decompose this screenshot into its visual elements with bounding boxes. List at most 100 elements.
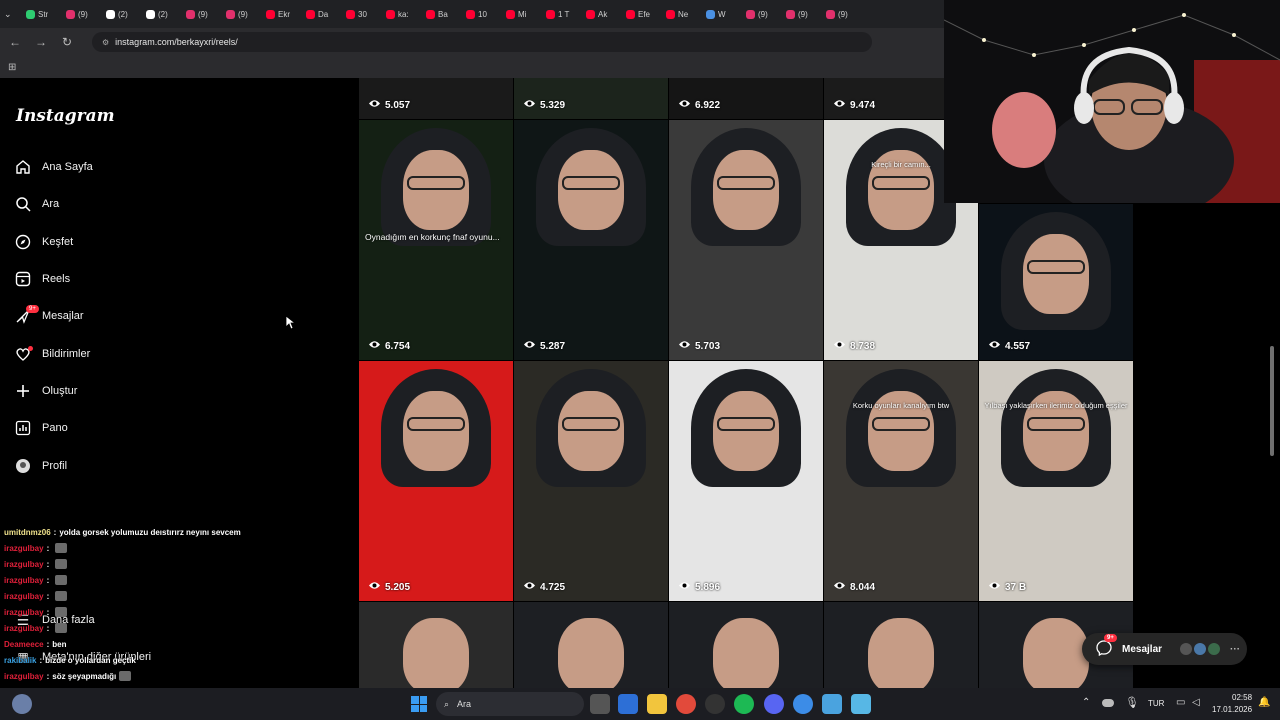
sidebar-item-olu-tur[interactable]: Oluştur [14, 376, 274, 406]
view-count: 6.922 [679, 99, 720, 111]
chat-message: irazgulbay: [0, 572, 300, 588]
heart-icon [14, 345, 33, 363]
glasses [407, 417, 465, 431]
task-view-icon[interactable] [590, 694, 610, 714]
browser-tab[interactable]: (9) [780, 3, 818, 25]
tab-list-dropdown[interactable]: ⌄ [4, 9, 18, 20]
reel-thumbnail[interactable]: Oynadığım en korkunç fnaf oyunu... 6.754 [359, 120, 513, 360]
browser-tab[interactable]: (9) [740, 3, 778, 25]
reel-thumbnail[interactable]: 6.922 [669, 78, 823, 119]
reel-thumbnail[interactable]: Yılbaşı yaklaşırken ilerimiz olduğum eşş… [979, 361, 1133, 601]
site-info-icon[interactable]: ⚙ [102, 38, 109, 47]
browser-tab[interactable]: Mi [500, 3, 538, 25]
tab-favicon-icon [26, 9, 35, 19]
notification-icon[interactable]: 🔔 [1258, 697, 1270, 708]
reel-thumbnail[interactable]: 5.896 [669, 361, 823, 601]
back-icon[interactable]: ← [8, 35, 22, 49]
reel-thumbnail[interactable] [359, 602, 513, 688]
volume-icon[interactable]: ◁ [1192, 697, 1200, 708]
browser-tab[interactable]: Ekr [260, 3, 298, 25]
paint-icon[interactable] [822, 694, 842, 714]
view-count-value: 8.044 [850, 581, 876, 593]
onedrive-icon[interactable] [1102, 699, 1114, 707]
tab-favicon-icon [706, 9, 715, 19]
face [1023, 234, 1089, 314]
instagram-logo[interactable]: Instagram [16, 106, 115, 126]
browser-tab[interactable]: Efe [620, 3, 658, 25]
browser-tab[interactable]: Str [20, 3, 58, 25]
chat-separator: : [46, 639, 50, 649]
sidebar-item-reels[interactable]: Reels [14, 264, 274, 294]
browser-tab[interactable]: (2) [140, 3, 178, 25]
reel-thumbnail[interactable]: 5.057 [359, 78, 513, 119]
profile-icon [14, 457, 32, 475]
reel-thumbnail[interactable]: 5.287 [514, 120, 668, 360]
browser-tab[interactable]: (9) [60, 3, 98, 25]
clock-date: 17.01.2026 [1212, 705, 1253, 714]
clock[interactable]: 02:58 17.01.2026 [1212, 692, 1252, 716]
face [558, 618, 624, 688]
chat-emote-icon [119, 671, 132, 681]
network-icon[interactable]: ▭ [1176, 697, 1185, 708]
chrome-alt-icon[interactable] [793, 694, 813, 714]
sidebar-item-label: Reels [42, 273, 71, 285]
browser-tab[interactable]: 10 [460, 3, 498, 25]
browser-tab[interactable]: (9) [820, 3, 858, 25]
view-count: 5.896 [679, 581, 720, 593]
obs-icon[interactable] [705, 694, 725, 714]
url-field[interactable]: ⚙ instagram.com/berkayxri/reels/ [92, 32, 872, 52]
browser-tab[interactable]: Da [300, 3, 338, 25]
browser-tab[interactable]: Ne [660, 3, 698, 25]
file-explorer-icon[interactable] [647, 694, 667, 714]
reel-thumbnail[interactable]: 4.725 [514, 361, 668, 601]
reel-thumbnail[interactable] [514, 602, 668, 688]
sidebar-item-mesajlar[interactable]: 9+ Mesajlar [14, 301, 274, 331]
messages-floating-button[interactable]: 9+ Mesajlar ··· [1082, 633, 1247, 665]
reel-thumbnail[interactable]: 4.557 [979, 204, 1133, 360]
reel-thumbnail[interactable]: 5.703 [669, 120, 823, 360]
notepad-icon[interactable] [851, 694, 871, 714]
tray-chevron-icon[interactable]: ⌃ [1082, 697, 1090, 708]
mic-icon[interactable]: 🎙 [1125, 696, 1139, 709]
chat-username: umitdnmz06 [4, 527, 51, 537]
widgets-icon[interactable] [12, 694, 32, 714]
start-icon[interactable] [411, 696, 427, 712]
reel-thumbnail[interactable] [824, 602, 978, 688]
browser-tab[interactable]: Ak [580, 3, 618, 25]
browser-tab[interactable]: W [700, 3, 738, 25]
browser-tab[interactable]: 1 T [540, 3, 578, 25]
url-text: instagram.com/berkayxri/reels/ [115, 37, 238, 47]
spotify-icon[interactable] [734, 694, 754, 714]
reel-thumbnail[interactable]: 5.205 [359, 361, 513, 601]
tab-label: (9) [758, 9, 768, 19]
reel-thumbnail[interactable]: 5.329 [514, 78, 668, 119]
reload-icon[interactable]: ↻ [60, 35, 74, 49]
sidebar-item-pano[interactable]: Pano [14, 413, 274, 443]
store-icon[interactable] [618, 694, 638, 714]
sidebar-item-ara[interactable]: Ara [14, 189, 274, 219]
discord-icon[interactable] [764, 694, 784, 714]
browser-tab[interactable]: ka: [380, 3, 418, 25]
chrome-icon[interactable] [676, 694, 696, 714]
face [868, 618, 934, 688]
browser-tab[interactable]: (9) [180, 3, 218, 25]
play-icon [679, 99, 690, 111]
sidebar-item-ana-sayfa[interactable]: Ana Sayfa [14, 152, 274, 182]
sidebar-item-ke-fet[interactable]: Keşfet [14, 227, 274, 257]
forward-icon[interactable]: → [34, 35, 48, 49]
browser-tab[interactable]: (2) [100, 3, 138, 25]
reel-thumbnail[interactable] [669, 602, 823, 688]
chat-separator: : [46, 575, 50, 585]
browser-tab[interactable]: Ba [420, 3, 458, 25]
taskbar-search[interactable]: ⌕ Ara [436, 692, 584, 716]
sidebar-item-profil[interactable]: Profil [14, 451, 274, 481]
language-indicator[interactable]: TUR [1148, 699, 1164, 708]
browser-tab[interactable]: (9) [220, 3, 258, 25]
browser-tab[interactable]: 30 [340, 3, 378, 25]
glasses [717, 176, 775, 190]
sidebar-item-bildirimler[interactable]: Bildirimler [14, 339, 274, 369]
sidebar-item-label: Oluştur [42, 385, 78, 397]
apps-grid-icon[interactable]: ⊞ [8, 62, 16, 73]
reel-thumbnail[interactable]: Korku oyunları kanalıyım btw 8.044 [824, 361, 978, 601]
page-scrollbar[interactable] [1270, 346, 1274, 456]
